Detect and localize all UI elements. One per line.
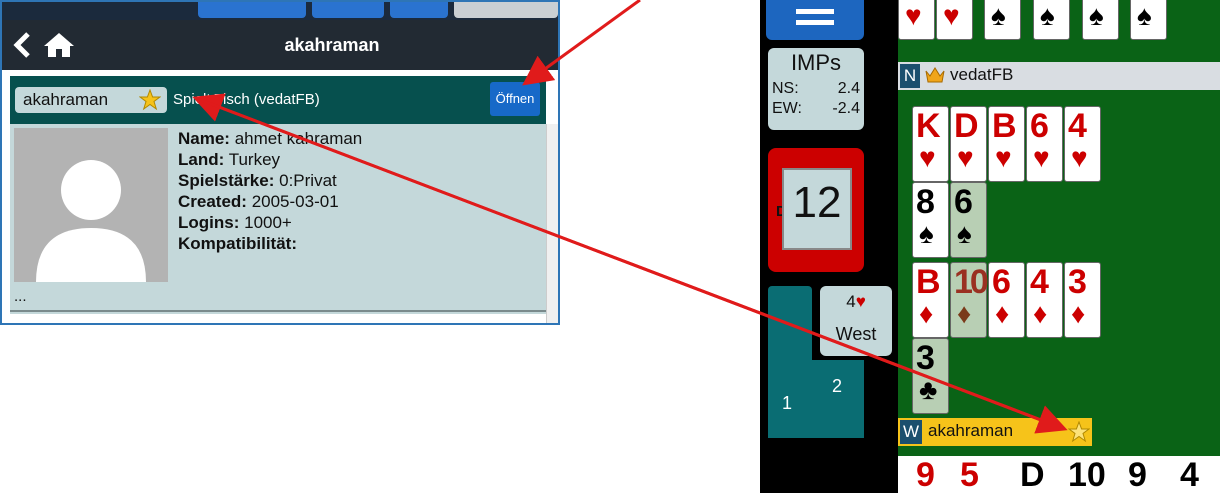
annotation-arrow xyxy=(197,97,1068,434)
annotation-arrows xyxy=(192,0,1068,434)
annotation-arrow xyxy=(522,0,641,86)
